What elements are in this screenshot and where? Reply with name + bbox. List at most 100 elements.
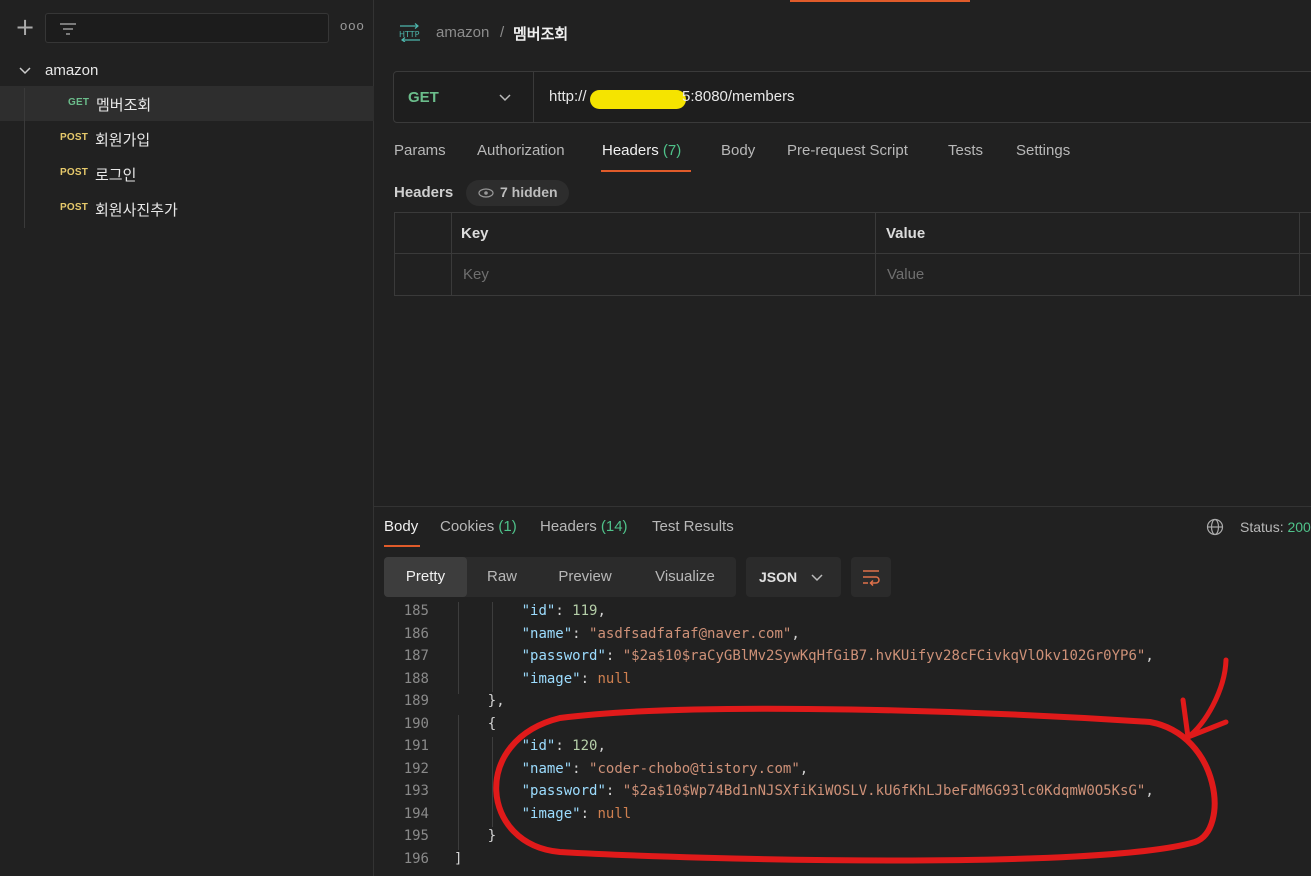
json-key: "image" xyxy=(521,670,581,687)
response-status: Status: 200 xyxy=(1240,519,1311,535)
view-visualize-button[interactable]: Visualize xyxy=(644,557,726,597)
code-content: { xyxy=(487,715,497,732)
code-content: "image": null xyxy=(522,671,632,687)
url-bar: GET http:// 5:8080/members xyxy=(393,71,1311,123)
code-line: 189}, xyxy=(374,693,1311,715)
add-icon[interactable]: + xyxy=(12,14,38,40)
column-divider xyxy=(1299,213,1300,295)
tab-label: Authorization xyxy=(477,142,565,159)
tab-label: Body xyxy=(721,142,756,159)
key-column-header: Key xyxy=(461,225,489,242)
code-content: ] xyxy=(454,850,463,867)
active-tab-accent xyxy=(790,0,970,2)
chevron-down-icon xyxy=(811,574,823,582)
code-content: "image": null xyxy=(522,806,632,822)
code-line: 187 "password": "$2a$10$raCyGBlMv2SywKqHf… xyxy=(374,648,1311,670)
tab-body[interactable]: Body xyxy=(721,142,755,159)
response-tab-cookies[interactable]: Cookies (1) xyxy=(440,518,517,535)
key-input[interactable]: Key xyxy=(463,266,489,283)
line-number: 191 xyxy=(403,738,429,754)
filter-icon xyxy=(60,23,76,35)
json-value: "coder-chobo@tistory.com" xyxy=(589,760,800,777)
line-number: 195 xyxy=(403,828,429,844)
tab-label: Settings xyxy=(1016,142,1071,159)
status-value: 200 xyxy=(1287,519,1311,535)
response-view-switcher: Pretty Raw Preview Visualize xyxy=(384,557,736,597)
globe-icon[interactable] xyxy=(1206,518,1224,536)
sidebar: + ooo amazon GET 멤버조회 POST 회원가입 POST 로그인… xyxy=(0,0,374,876)
response-body-code[interactable]: 185 "id": 119, 186 "name": "asdfsadfafaf@na… xyxy=(374,602,1311,876)
line-number: 186 xyxy=(403,625,429,642)
method-select[interactable]: GET xyxy=(394,72,534,122)
tab-settings[interactable]: Settings xyxy=(1016,142,1070,159)
json-key: "name" xyxy=(521,760,573,777)
status-label: Status: xyxy=(1240,519,1284,535)
code-line: 190 { xyxy=(374,716,1311,738)
eye-icon xyxy=(478,188,494,198)
sidebar-request-get-members[interactable]: GET 멤버조회 xyxy=(0,86,374,121)
json-separator: : xyxy=(580,805,598,822)
method-badge: POST xyxy=(60,132,89,143)
collection-header[interactable]: amazon xyxy=(0,56,374,86)
tab-params[interactable]: Params xyxy=(394,142,446,159)
tab-label: Test Results xyxy=(652,518,734,535)
code-content: }, xyxy=(487,693,505,709)
headers-section-label: Headers xyxy=(394,184,454,201)
url-input[interactable]: http:// xyxy=(549,88,587,105)
json-punctuation: , xyxy=(799,760,809,777)
code-line: 186 "name": "asdfsadfafaf@naver.com", xyxy=(374,626,1311,648)
json-key: "name" xyxy=(521,625,573,642)
response-tab-headers[interactable]: Headers (14) xyxy=(540,518,628,535)
line-number: 194 xyxy=(403,805,429,822)
more-options-icon[interactable]: ooo xyxy=(340,18,364,34)
chevron-down-icon[interactable] xyxy=(18,63,32,77)
hidden-headers-toggle[interactable]: 7 hidden xyxy=(466,180,569,206)
tab-count: (1) xyxy=(498,518,517,535)
json-value: "asdfsadfafaf@naver.com" xyxy=(589,625,792,642)
request-name: 멤버조회 xyxy=(96,97,152,114)
json-separator: : xyxy=(605,648,623,664)
tab-count: (7) xyxy=(662,142,682,159)
tab-pre-request-script[interactable]: Pre-request Script xyxy=(787,142,908,159)
value-input[interactable]: Value xyxy=(887,266,924,283)
tree-guide-line xyxy=(24,88,25,228)
code-line: 195} xyxy=(374,828,1311,850)
filter-input[interactable] xyxy=(45,13,329,43)
sidebar-toolbar: + ooo xyxy=(0,0,374,56)
wrap-lines-button[interactable] xyxy=(851,557,891,597)
code-line: 188 "image": null xyxy=(374,671,1311,693)
code-line: 191 "id": 120, xyxy=(374,738,1311,760)
code-line: 193 "password": "$2a$10$Wp74Bd1nNJSXfiKiW… xyxy=(374,783,1311,805)
response-tab-body[interactable]: Body xyxy=(384,518,418,535)
json-separator: : xyxy=(605,783,623,799)
sidebar-request-signup[interactable]: POST 회원가입 xyxy=(0,121,374,156)
format-select[interactable]: JSON xyxy=(746,557,841,597)
tab-active-underline xyxy=(601,170,691,172)
view-preview-button[interactable]: Preview xyxy=(544,557,626,597)
sidebar-request-login[interactable]: POST 로그인 xyxy=(0,156,374,191)
tab-label: Cookies xyxy=(440,518,495,535)
tab-authorization[interactable]: Authorization xyxy=(477,142,565,159)
url-input-rest[interactable]: 5:8080/members xyxy=(682,88,795,105)
http-icon: HTTP xyxy=(399,23,420,42)
table-row: Key Value xyxy=(395,255,1311,296)
json-key: "password" xyxy=(521,783,606,799)
response-tab-test-results[interactable]: Test Results xyxy=(652,518,734,535)
tab-active-underline xyxy=(384,545,420,547)
view-raw-button[interactable]: Raw xyxy=(472,557,532,597)
code-content: } xyxy=(487,828,497,844)
method-label: GET xyxy=(408,89,439,106)
json-separator: : xyxy=(555,738,573,754)
breadcrumb-collection[interactable]: amazon xyxy=(436,24,489,41)
sidebar-request-add-photo[interactable]: POST 회원사진추가 xyxy=(0,191,374,226)
tab-headers[interactable]: Headers (7) xyxy=(602,142,681,159)
view-pretty-button[interactable]: Pretty xyxy=(384,557,467,597)
method-badge: GET xyxy=(68,97,90,108)
column-divider xyxy=(451,213,452,295)
json-value: 119 xyxy=(572,603,598,619)
tab-tests[interactable]: Tests xyxy=(948,142,983,159)
line-number: 185 xyxy=(403,603,429,619)
page-title[interactable]: 멤버조회 xyxy=(513,23,568,44)
response-divider[interactable] xyxy=(374,506,1311,507)
collection-name: amazon xyxy=(45,62,99,79)
